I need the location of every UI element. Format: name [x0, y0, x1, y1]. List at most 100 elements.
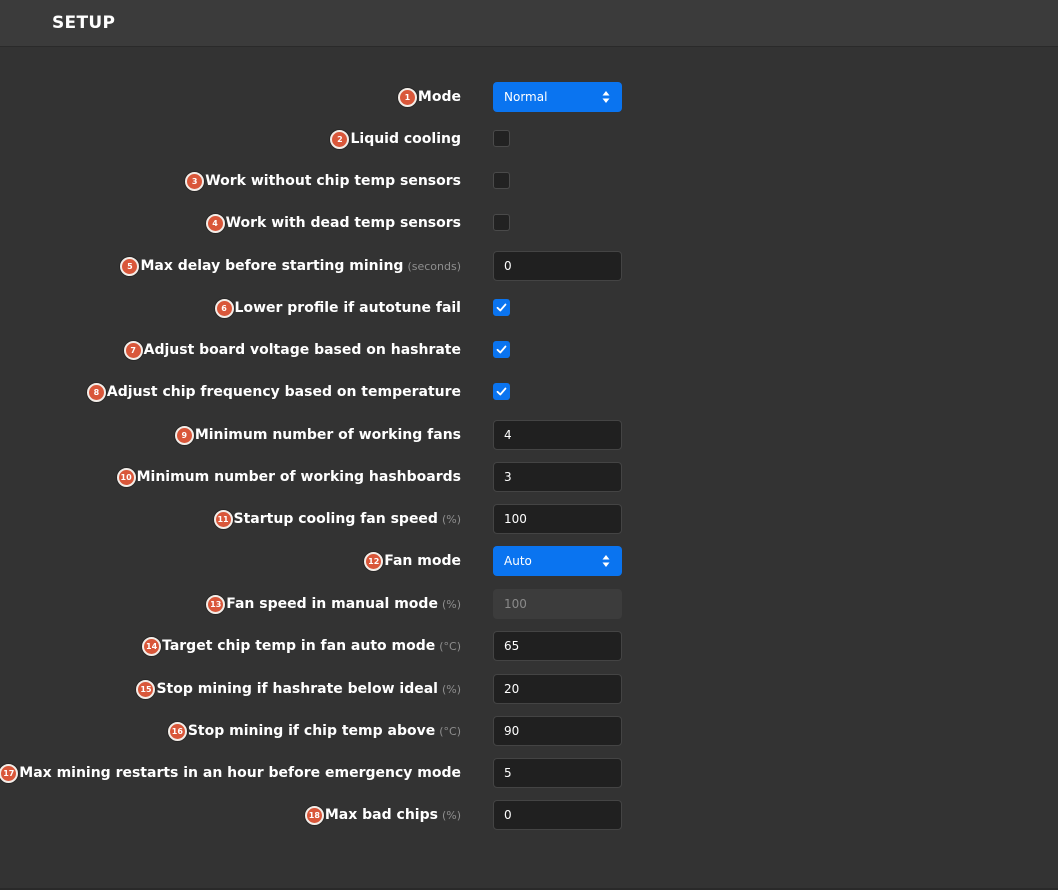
max-mining-restarts-in-an-hour-before-emergency-mode-input[interactable]: 5 — [493, 758, 622, 788]
step-number-badge: 12 — [364, 551, 384, 571]
setting-control: 4 — [493, 420, 622, 450]
stop-mining-if-chip-temp-above-input[interactable]: 90 — [493, 716, 622, 746]
setting-row-mode: 1 Mode Normal — [0, 82, 1058, 112]
step-number-badge: 8 — [86, 382, 106, 402]
setting-row-adjust-chip-frequency-based-on-temperature: 8 Adjust chip frequency based on temperat… — [0, 377, 1058, 407]
setting-label-minimum-number-of-working-fans: Minimum number of working fans — [194, 427, 461, 443]
step-number-badge: 17 — [0, 763, 19, 783]
setting-row-lower-profile-if-autotune-fail: 6 Lower profile if autotune fail — [0, 293, 1058, 323]
setting-label-group: 7 Adjust board voltage based on hashrate — [123, 335, 461, 365]
setting-control — [493, 208, 510, 231]
minimum-number-of-working-fans-input[interactable]: 4 — [493, 420, 622, 450]
setting-label-max-delay-before-starting-mining: Max delay before starting mining — [140, 258, 404, 274]
checkmark-icon — [496, 345, 507, 354]
setting-control: Normal — [493, 82, 622, 112]
fan-speed-in-manual-mode-input: 100 — [493, 589, 622, 619]
fan-mode-select[interactable]: Auto — [493, 546, 622, 576]
stop-mining-if-hashrate-below-ideal-input[interactable]: 20 — [493, 674, 622, 704]
step-number-badge: 14 — [142, 636, 162, 656]
setting-label-stop-mining-if-hashrate-below-ideal: Stop mining if hashrate below ideal — [156, 681, 438, 697]
max-delay-before-starting-mining-input[interactable]: 0 — [493, 251, 622, 281]
step-number-badge: 6 — [214, 298, 234, 318]
setting-row-liquid-cooling: 2 Liquid cooling — [0, 124, 1058, 154]
setting-label-group: 12 Fan mode — [364, 546, 461, 576]
setting-row-max-delay-before-starting-mining: 5 Max delay before starting mining (second… — [0, 251, 1058, 281]
adjust-board-voltage-based-on-hashrate-checkbox[interactable] — [493, 341, 510, 358]
setup-header: SETUP — [0, 0, 1058, 47]
setting-label-group: 5 Max delay before starting mining (second… — [120, 251, 461, 281]
liquid-cooling-checkbox[interactable] — [493, 130, 510, 147]
step-number-badge: 15 — [136, 679, 156, 699]
setting-control — [493, 335, 510, 358]
step-number-badge: 18 — [304, 805, 324, 825]
step-number-badge: 16 — [167, 721, 187, 741]
page-title: SETUP — [52, 13, 116, 33]
target-chip-temp-in-fan-auto-mode-input[interactable]: 65 — [493, 631, 622, 661]
step-number-badge: 10 — [116, 467, 136, 487]
setting-label-fan-mode: Fan mode — [384, 553, 461, 569]
setting-control: 65 — [493, 631, 622, 661]
setting-label-group: 14 Target chip temp in fan auto mode (°C) — [142, 631, 461, 661]
setup-page: SETUP 1 Mode Normal 2 Liquid cooling 3 Work wi… — [0, 0, 1058, 890]
setting-control: 0 — [493, 251, 622, 281]
setting-unit: (°C) — [439, 639, 461, 653]
setting-row-work-with-dead-temp-sensors: 4 Work with dead temp sensors — [0, 208, 1058, 238]
step-number-badge: 9 — [174, 425, 194, 445]
work-without-chip-temp-sensors-checkbox[interactable] — [493, 172, 510, 189]
setting-control: 90 — [493, 716, 622, 746]
setting-label-fan-speed-in-manual-mode: Fan speed in manual mode — [226, 596, 438, 612]
minimum-number-of-working-hashboards-input[interactable]: 3 — [493, 462, 622, 492]
setting-row-target-chip-temp-in-fan-auto-mode: 14 Target chip temp in fan auto mode (°C) 6… — [0, 631, 1058, 661]
setting-control — [493, 124, 510, 147]
setting-label-max-mining-restarts-in-an-hour-before-emergency-mode: Max mining restarts in an hour before em… — [19, 765, 461, 781]
step-number-badge: 13 — [206, 594, 226, 614]
setting-label-group: 17 Max mining restarts in an hour before … — [0, 758, 461, 788]
setting-control: 3 — [493, 462, 622, 492]
step-number-badge: 2 — [330, 129, 350, 149]
select-updown-icon — [602, 555, 610, 567]
setting-unit: (%) — [441, 808, 461, 822]
adjust-chip-frequency-based-on-temperature-checkbox[interactable] — [493, 383, 510, 400]
select-value: Normal — [504, 90, 548, 104]
select-value: Auto — [504, 554, 532, 568]
lower-profile-if-autotune-fail-checkbox[interactable] — [493, 299, 510, 316]
setting-control — [493, 166, 510, 189]
setting-label-adjust-board-voltage-based-on-hashrate: Adjust board voltage based on hashrate — [143, 342, 461, 358]
setting-label-group: 10 Minimum number of working hashboards — [116, 462, 461, 492]
setting-label-liquid-cooling: Liquid cooling — [350, 131, 461, 147]
step-number-badge: 1 — [397, 87, 417, 107]
setting-control: 100 — [493, 589, 622, 619]
setting-control: 0 — [493, 800, 622, 830]
setting-unit: (%) — [441, 682, 461, 696]
setting-row-stop-mining-if-hashrate-below-ideal: 15 Stop mining if hashrate below ideal (%)… — [0, 674, 1058, 704]
setting-label-group: 4 Work with dead temp sensors — [205, 208, 461, 238]
checkmark-icon — [496, 303, 507, 312]
setting-label-stop-mining-if-chip-temp-above: Stop mining if chip temp above — [187, 723, 436, 739]
setting-row-startup-cooling-fan-speed: 11 Startup cooling fan speed (%) 100 — [0, 504, 1058, 534]
setting-unit: (%) — [441, 512, 461, 526]
setting-label-work-with-dead-temp-sensors: Work with dead temp sensors — [225, 215, 461, 231]
step-number-badge: 11 — [213, 509, 233, 529]
mode-select[interactable]: Normal — [493, 82, 622, 112]
setting-control: 100 — [493, 504, 622, 534]
setting-unit: (°C) — [439, 724, 461, 738]
select-updown-icon — [602, 91, 610, 103]
checkmark-icon — [496, 387, 507, 396]
step-number-badge: 7 — [123, 340, 143, 360]
setting-label-group: 18 Max bad chips (%) — [304, 800, 461, 830]
setting-label-lower-profile-if-autotune-fail: Lower profile if autotune fail — [234, 300, 461, 316]
setting-label-adjust-chip-frequency-based-on-temperature: Adjust chip frequency based on temperatu… — [106, 384, 461, 400]
setting-label-group: 3 Work without chip temp sensors — [185, 166, 461, 196]
setting-label-mode: Mode — [417, 89, 461, 105]
setting-row-fan-speed-in-manual-mode: 13 Fan speed in manual mode (%) 100 — [0, 589, 1058, 619]
setting-control — [493, 377, 510, 400]
setting-label-group: 13 Fan speed in manual mode (%) — [206, 589, 461, 619]
setting-control: 5 — [493, 758, 622, 788]
setting-label-group: 15 Stop mining if hashrate below ideal (%) — [136, 674, 461, 704]
setting-control: 20 — [493, 674, 622, 704]
max-bad-chips-input[interactable]: 0 — [493, 800, 622, 830]
work-with-dead-temp-sensors-checkbox[interactable] — [493, 214, 510, 231]
setting-row-fan-mode: 12 Fan mode Auto — [0, 546, 1058, 576]
setting-row-adjust-board-voltage-based-on-hashrate: 7 Adjust board voltage based on hashrate — [0, 335, 1058, 365]
startup-cooling-fan-speed-input[interactable]: 100 — [493, 504, 622, 534]
